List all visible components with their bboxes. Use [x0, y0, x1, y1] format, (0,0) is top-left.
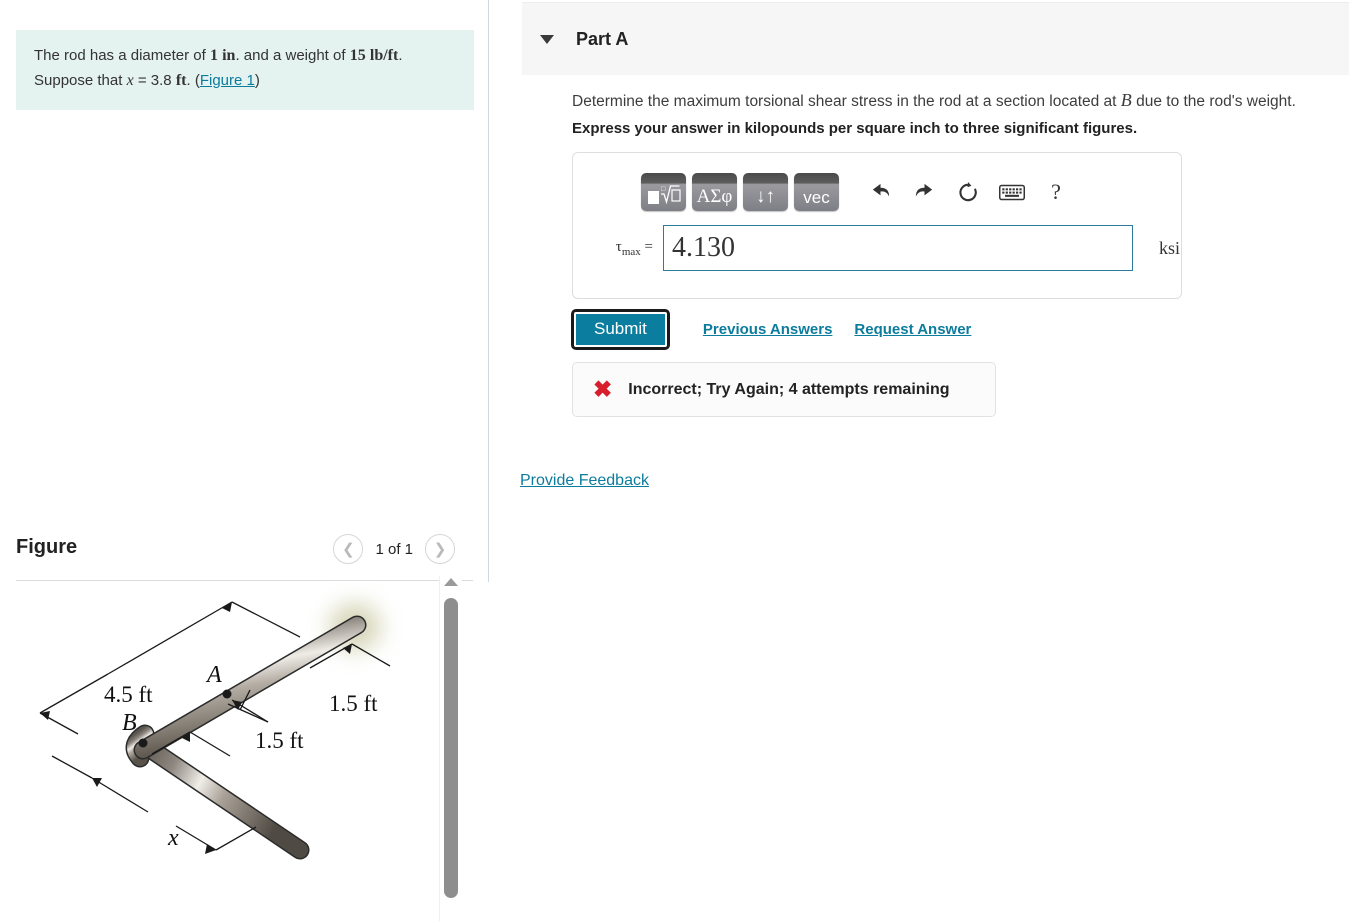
x-unit: ft	[175, 71, 187, 89]
point-a-marker	[222, 689, 232, 699]
figure-label-x: x	[167, 825, 179, 851]
figure-1-link[interactable]: Figure 1	[200, 72, 255, 89]
question-text-part-2: due to the rod's weight.	[1131, 93, 1296, 110]
figure-scrollbar[interactable]	[439, 576, 462, 921]
figure-pager-label: 1 of 1	[375, 540, 413, 558]
problem-text-part-2: . and a weight of	[235, 47, 350, 64]
figure-scrollbar-thumb[interactable]	[444, 598, 458, 898]
request-answer-link[interactable]: Request Answer	[854, 321, 971, 338]
arrows-updown-label: ↓↑	[756, 186, 775, 207]
scroll-up-arrow-icon[interactable]	[444, 578, 458, 586]
provide-feedback-link[interactable]: Provide Feedback	[520, 472, 649, 490]
vector-button[interactable]: vec	[794, 173, 839, 211]
question-text-part-1: Determine the maximum torsional shear st…	[572, 93, 1121, 110]
problem-text-part-3: .	[398, 47, 403, 64]
express-answer-instruction: Express your answer in kilopounds per sq…	[572, 120, 1138, 137]
equals-sign: =	[644, 238, 653, 255]
incorrect-feedback-message: Incorrect; Try Again; 4 attempts remaini…	[628, 380, 950, 398]
incorrect-feedback-box: ✖ Incorrect; Try Again; 4 attempts remai…	[572, 362, 996, 417]
undo-arrow-icon	[872, 183, 889, 196]
question-text: Determine the maximum torsional shear st…	[572, 88, 1342, 113]
templates-button[interactable]: □	[641, 173, 686, 211]
problem-text-part-1: The rod has a diameter of	[34, 47, 210, 64]
subscript-superscript-button[interactable]: ↓↑	[743, 173, 788, 211]
answer-input[interactable]: 4.130	[663, 225, 1133, 271]
figure-title: Figure	[16, 536, 78, 558]
reset-button[interactable]	[949, 173, 987, 211]
page-root: The rod has a diameter of 1 in. and a we…	[0, 0, 1349, 921]
templates-icon: □	[647, 185, 681, 205]
svg-text:□: □	[661, 185, 666, 193]
reset-circular-arrow-icon	[958, 181, 977, 201]
help-button[interactable]: ?	[1037, 173, 1075, 211]
redo-button[interactable]	[905, 173, 943, 211]
submit-button[interactable]: Submit	[572, 310, 669, 349]
question-point-b: B	[1120, 90, 1132, 110]
problem-statement: The rod has a diameter of 1 in. and a we…	[16, 30, 474, 110]
x-variable-symbol: x	[126, 71, 134, 89]
keyboard-icon	[999, 184, 1025, 200]
tau-max-label: τmax =	[573, 239, 663, 258]
figure-label-4-5-ft: 4.5 ft	[104, 682, 153, 707]
rod-weight-value: 15	[349, 47, 366, 64]
figure-next-button[interactable]: ❯	[425, 534, 455, 564]
figure-pager: ❮ 1 of 1 ❯	[333, 534, 455, 564]
part-title: Part A	[576, 28, 629, 49]
problem-text-part-5: . (	[186, 71, 200, 89]
rod-weight-unit: lb/ft	[369, 47, 399, 64]
chevron-left-icon: ❮	[342, 540, 355, 558]
answer-card: □ ΑΣφ ↓↑ vec ? τmax = 4.130 ksi	[572, 152, 1182, 299]
problem-text-part-4: Suppose that	[34, 71, 127, 89]
part-a-header[interactable]: Part A	[522, 2, 1349, 75]
answer-unit-label: ksi	[1159, 237, 1181, 258]
figure-header: Figure ❮ 1 of 1 ❯	[16, 520, 473, 581]
error-x-icon: ✖	[593, 376, 613, 402]
figure-viewport[interactable]: 4.5 ft 1.5 ft 1.5 ft x A B	[0, 582, 489, 921]
greek-symbols-button[interactable]: ΑΣφ	[692, 173, 737, 211]
figure-label-1-5-ft-tip: 1.5 ft	[329, 691, 378, 716]
rod-body	[125, 615, 367, 860]
keyboard-button[interactable]	[993, 173, 1031, 211]
left-panel: The rod has a diameter of 1 in. and a we…	[0, 0, 489, 921]
rod-diagram: 4.5 ft 1.5 ft 1.5 ft x A B	[39, 601, 391, 860]
right-panel: Part A Determine the maximum torsional s…	[490, 0, 1349, 921]
problem-text-part-6: )	[254, 71, 260, 89]
answer-row: τmax = 4.130 ksi	[573, 225, 1181, 271]
figure-prev-button[interactable]: ❮	[333, 534, 364, 564]
submit-row: Submit Previous Answers Request Answer	[572, 310, 971, 349]
rod-diameter-unit: in	[222, 47, 236, 64]
greek-symbols-label: ΑΣφ	[696, 186, 733, 207]
chevron-right-icon: ❯	[433, 540, 447, 558]
vec-label: vec	[803, 188, 830, 207]
x-value: 3.8	[150, 71, 172, 89]
rod-diameter-value: 1	[209, 47, 218, 64]
help-label: ?	[1051, 179, 1061, 204]
caret-down-icon[interactable]	[540, 34, 554, 44]
previous-answers-link[interactable]: Previous Answers	[703, 321, 833, 338]
math-toolbar: □ ΑΣφ ↓↑ vec ?	[641, 173, 1075, 211]
undo-button[interactable]	[861, 173, 899, 211]
problem-equals: =	[133, 71, 151, 89]
redo-arrow-icon	[915, 183, 932, 196]
figure-section: Figure ❮ 1 of 1 ❯ 4.5 ft 1.5 ft 1.5 ft x…	[0, 520, 489, 921]
figure-label-a: A	[205, 662, 222, 688]
point-b-marker	[138, 738, 148, 748]
tau-subscript: max	[621, 245, 641, 258]
figure-label-1-5-ft-mid: 1.5 ft	[255, 728, 304, 753]
figure-label-b: B	[122, 710, 137, 736]
